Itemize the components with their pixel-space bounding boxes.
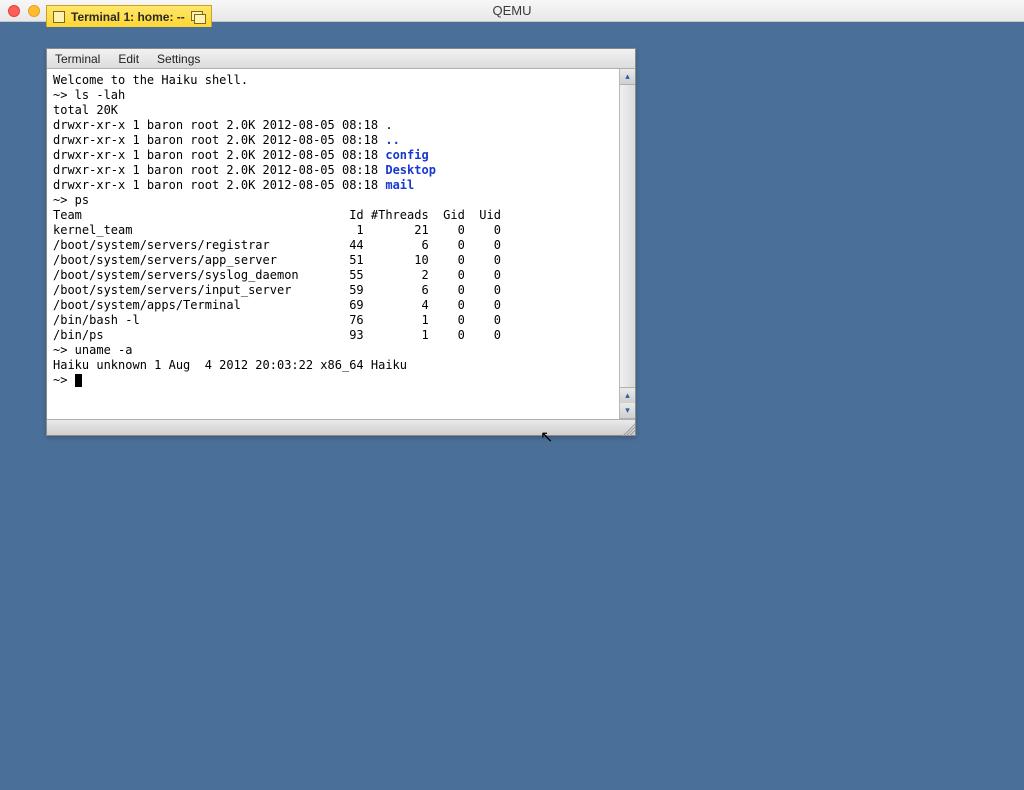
window-tab[interactable]: Terminal 1: home: -- <box>46 5 212 27</box>
scrollbar-track[interactable] <box>620 85 635 387</box>
close-icon[interactable] <box>8 5 20 17</box>
tab-stack-icon[interactable] <box>191 11 205 23</box>
menu-edit[interactable]: Edit <box>118 52 139 66</box>
tab-close-icon[interactable] <box>53 11 65 23</box>
terminal-output[interactable]: Welcome to the Haiku shell.~> ls -lahtot… <box>47 69 619 419</box>
menu-bar: Terminal Edit Settings <box>47 49 635 69</box>
scroll-down-icon[interactable]: ▾ <box>620 403 635 419</box>
host-window-title: QEMU <box>493 3 532 18</box>
terminal-cursor <box>75 374 82 387</box>
desktop-background: Terminal 1: home: -- Terminal Edit Setti… <box>0 22 1024 790</box>
vertical-scrollbar[interactable]: ▴ ▴ ▾ <box>619 69 635 419</box>
window-tab-title: Terminal 1: home: -- <box>71 10 185 24</box>
menu-terminal[interactable]: Terminal <box>55 52 100 66</box>
scroll-up-icon[interactable]: ▴ <box>620 69 635 85</box>
resize-handle-icon[interactable] <box>619 420 635 436</box>
window-footer <box>47 419 635 435</box>
terminal-window: Terminal 1: home: -- Terminal Edit Setti… <box>46 48 636 436</box>
minimize-icon[interactable] <box>28 5 40 17</box>
menu-settings[interactable]: Settings <box>157 52 200 66</box>
scroll-up2-icon[interactable]: ▴ <box>620 387 635 403</box>
